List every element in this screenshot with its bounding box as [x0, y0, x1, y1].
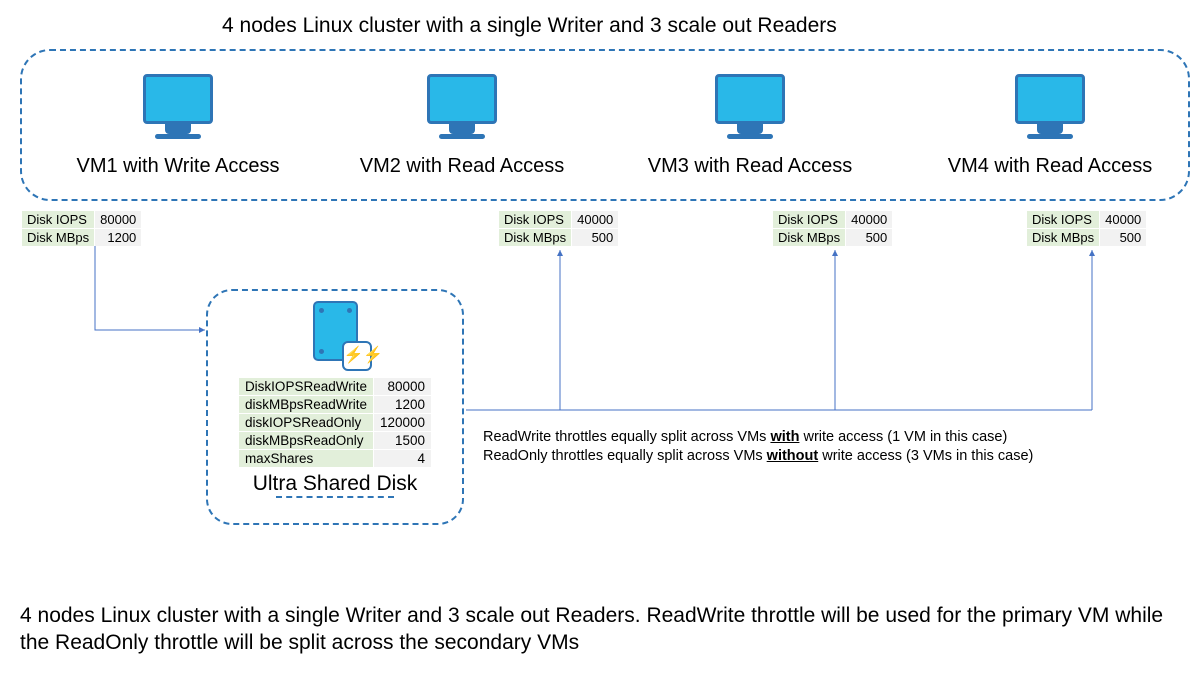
- metric-value: 500: [846, 229, 893, 247]
- disk-label: Ultra Shared Disk: [208, 472, 462, 496]
- vm2-label: VM2 with Read Access: [352, 155, 572, 178]
- vm3: VM3 with Read Access: [600, 74, 900, 178]
- disk-label-underline: [276, 496, 394, 498]
- monitor-icon: [143, 74, 213, 124]
- metric-label: Disk MBps: [499, 229, 572, 247]
- monitor-stand: [737, 124, 763, 134]
- metric-label: Disk IOPS: [499, 211, 572, 229]
- diagram-caption: 4 nodes Linux cluster with a single Writ…: [20, 602, 1180, 656]
- metric-value: 80000: [95, 211, 142, 229]
- lightning-icon: ⚡⚡: [342, 341, 372, 371]
- vm4: VM4 with Read Access: [920, 74, 1180, 178]
- monitor-icon: [427, 74, 497, 124]
- prop-val: 1500: [373, 432, 431, 450]
- monitor-stand: [1037, 124, 1063, 134]
- note-line-2: ReadOnly throttles equally split across …: [483, 447, 1033, 466]
- vm3-metrics-table: Disk IOPS40000 Disk MBps500: [772, 210, 893, 247]
- metric-value: 1200: [95, 229, 142, 247]
- metric-value: 500: [1100, 229, 1147, 247]
- vm1-label: VM1 with Write Access: [48, 155, 308, 178]
- metric-value: 40000: [572, 211, 619, 229]
- metric-label: Disk IOPS: [773, 211, 846, 229]
- metric-value: 500: [572, 229, 619, 247]
- metric-label: Disk MBps: [1027, 229, 1100, 247]
- vm1: VM1 with Write Access: [48, 74, 308, 178]
- metric-label: Disk MBps: [773, 229, 846, 247]
- disk-icon: ⚡⚡: [313, 301, 358, 361]
- monitor-base: [1027, 134, 1073, 139]
- prop-val: 4: [373, 450, 431, 468]
- monitor-base: [727, 134, 773, 139]
- vm4-label: VM4 with Read Access: [920, 155, 1180, 178]
- monitor-base: [155, 134, 201, 139]
- ultra-shared-disk: ⚡⚡ DiskIOPSReadWrite80000 diskMBpsReadWr…: [206, 289, 464, 525]
- throttle-note: ReadWrite throttles equally split across…: [483, 428, 1033, 466]
- prop-key: diskMBpsReadOnly: [238, 432, 373, 450]
- metric-label: Disk IOPS: [22, 211, 95, 229]
- metric-value: 40000: [846, 211, 893, 229]
- vm2: VM2 with Read Access: [352, 74, 572, 178]
- prop-val: 120000: [373, 414, 431, 432]
- vm2-metrics-table: Disk IOPS40000 Disk MBps500: [498, 210, 619, 247]
- metric-label: Disk MBps: [22, 229, 95, 247]
- prop-key: maxShares: [238, 450, 373, 468]
- monitor-base: [439, 134, 485, 139]
- monitor-stand: [165, 124, 191, 134]
- vm3-label: VM3 with Read Access: [600, 155, 900, 178]
- monitor-stand: [449, 124, 475, 134]
- diagram-title: 4 nodes Linux cluster with a single Writ…: [222, 14, 837, 38]
- disk-properties-table: DiskIOPSReadWrite80000 diskMBpsReadWrite…: [238, 377, 432, 468]
- prop-val: 80000: [373, 378, 431, 396]
- prop-key: diskIOPSReadOnly: [238, 414, 373, 432]
- monitor-icon: [1015, 74, 1085, 124]
- vm1-metrics-table: Disk IOPS80000 Disk MBps1200: [21, 210, 142, 247]
- metric-value: 40000: [1100, 211, 1147, 229]
- metric-label: Disk IOPS: [1027, 211, 1100, 229]
- prop-key: DiskIOPSReadWrite: [238, 378, 373, 396]
- prop-val: 1200: [373, 396, 431, 414]
- vm4-metrics-table: Disk IOPS40000 Disk MBps500: [1026, 210, 1147, 247]
- monitor-icon: [715, 74, 785, 124]
- note-line-1: ReadWrite throttles equally split across…: [483, 428, 1033, 447]
- prop-key: diskMBpsReadWrite: [238, 396, 373, 414]
